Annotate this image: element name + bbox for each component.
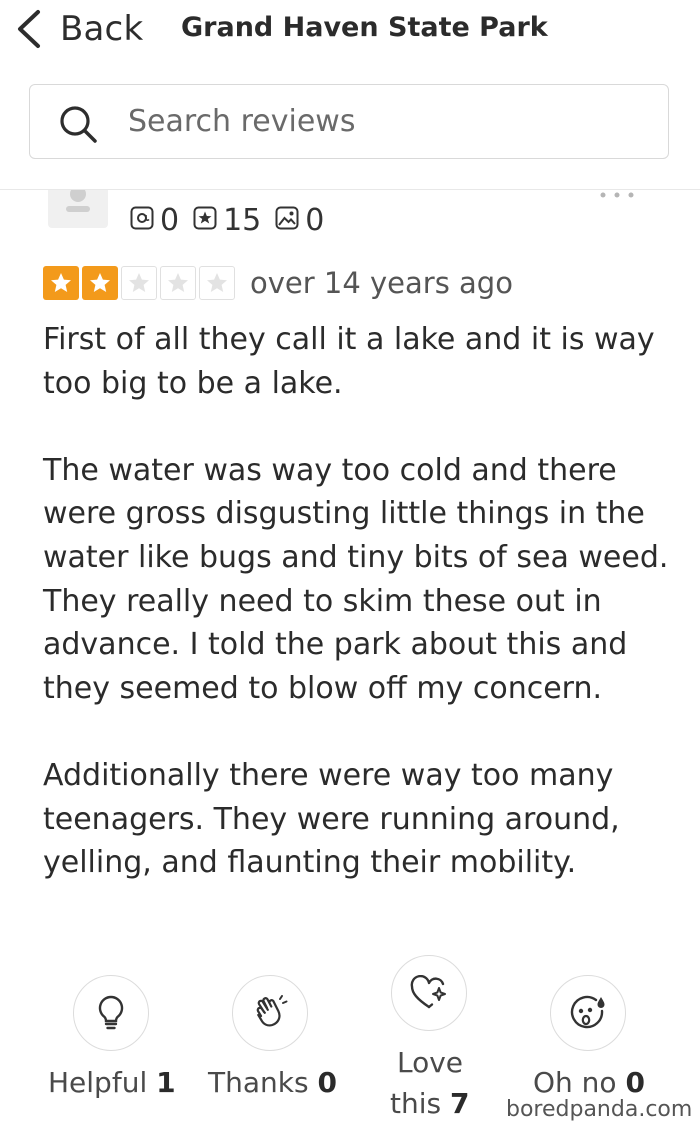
review-paragraph: The water was way too cold and there wer…	[43, 452, 669, 706]
photo-icon	[275, 203, 305, 238]
watermark: boredpanda.com	[506, 1097, 693, 1122]
back-label: Back	[60, 9, 144, 49]
search-input[interactable]	[128, 85, 648, 157]
back-button[interactable]: Back	[14, 6, 143, 52]
review-date: over 14 years ago	[250, 266, 513, 300]
lightbulb-icon	[73, 975, 149, 1051]
love-label-line2: this 7	[390, 1083, 469, 1125]
helpful-label: Helpful 1	[48, 1062, 176, 1104]
search-icon	[58, 104, 98, 144]
oh-no-text: Oh no	[533, 1066, 617, 1099]
love-count: 7	[450, 1087, 470, 1120]
helpful-count: 1	[156, 1066, 176, 1099]
more-options-icon[interactable]	[598, 188, 638, 202]
stat-reviews: 15	[193, 203, 261, 238]
stat-photos: 0	[275, 203, 324, 238]
review-paragraph: Additionally there were way too many tee…	[43, 757, 620, 881]
star-rating	[43, 266, 238, 300]
helpful-text: Helpful	[48, 1066, 148, 1099]
at-sign-icon	[130, 203, 160, 238]
stat-mentions: 0	[130, 203, 179, 238]
review-screen: Back Grand Haven State Park Search revie…	[0, 0, 700, 1135]
star-empty-icon	[160, 266, 196, 300]
star-badge-icon	[193, 203, 223, 238]
waving-hand-icon	[232, 975, 308, 1051]
top-bar: Back Grand Haven State Park	[0, 0, 700, 60]
thanks-count: 0	[317, 1066, 337, 1099]
thanks-text: Thanks	[208, 1066, 309, 1099]
review-text: First of all they call it a lake and it …	[43, 318, 683, 885]
page-title: Grand Haven State Park	[181, 12, 548, 43]
review-paragraph: First of all they call it a lake and it …	[43, 322, 655, 401]
thanks-label: Thanks 0	[208, 1062, 337, 1104]
star-filled-icon	[82, 266, 118, 300]
oh-no-count: 0	[625, 1066, 645, 1099]
star-empty-icon	[199, 266, 235, 300]
stat-photos-value: 0	[305, 202, 325, 238]
star-empty-icon	[121, 266, 157, 300]
stat-mentions-value: 0	[160, 202, 180, 238]
love-text: this	[390, 1087, 442, 1120]
chevron-left-icon	[14, 9, 42, 49]
heart-sparkle-icon	[391, 955, 467, 1031]
star-filled-icon	[43, 266, 79, 300]
search-bar[interactable]	[29, 84, 669, 159]
stat-reviews-value: 15	[223, 202, 262, 238]
shocked-face-icon	[550, 975, 626, 1051]
love-label-line1: Love	[396, 1046, 464, 1079]
reviewer-stats: 0 15 0	[130, 200, 338, 240]
avatar[interactable]	[48, 190, 108, 228]
